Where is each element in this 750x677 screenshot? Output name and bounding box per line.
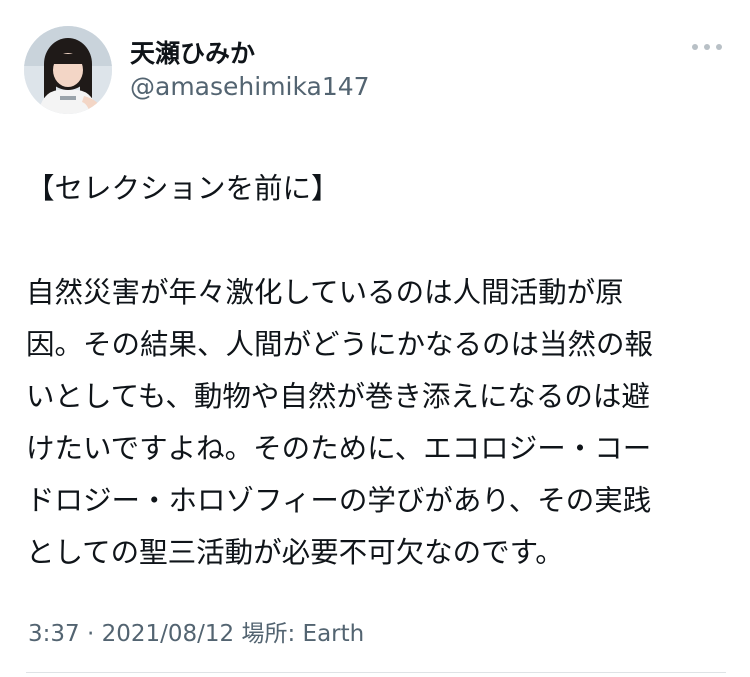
tweet-text: 【セレクションを前に】 自然災害が年々激化しているのは人間活動が原 因。その結果… [26,163,726,579]
tweet-body-line: 自然災害が年々激化しているのは人間活動が原 [26,276,624,309]
divider [26,672,726,673]
tweet-body-line: としての聖三活動が必要不可欠なのです。 [26,536,564,569]
tweet-heading: 【セレクションを前に】 [26,172,340,205]
tweet-body-line: 因。その結果、人間がどうにかなるのは当然の報 [26,328,654,361]
author-handle[interactable]: @amasehimika147 [130,72,370,101]
tweet-card: 天瀬ひみか @amasehimika147 【セレクションを前に】 自然災害が年… [0,0,750,677]
tweet-spacer [26,215,726,267]
more-horizontal-icon[interactable] [690,36,724,58]
tweet-time[interactable]: 3:37 [28,621,80,647]
avatar-photo-icon [24,26,112,114]
author-display-name[interactable]: 天瀬ひみか [130,34,255,70]
avatar[interactable] [24,26,112,114]
meta-separator: · [86,621,95,647]
tweet-location[interactable]: 場所: Earth [241,621,364,647]
tweet-body-line: いとしても、動物や自然が巻き添えになるのは避 [26,380,650,413]
tweet-body-line: ドロジー・ホロゾフィーの学びがあり、その実践 [26,484,652,517]
tweet-meta: 3:37 · 2021/08/12 場所: Earth [28,614,364,648]
tweet-date[interactable]: 2021/08/12 [102,621,235,647]
tweet-body-line: けたいですよね。そのために、エコロジー・コー [26,432,652,465]
